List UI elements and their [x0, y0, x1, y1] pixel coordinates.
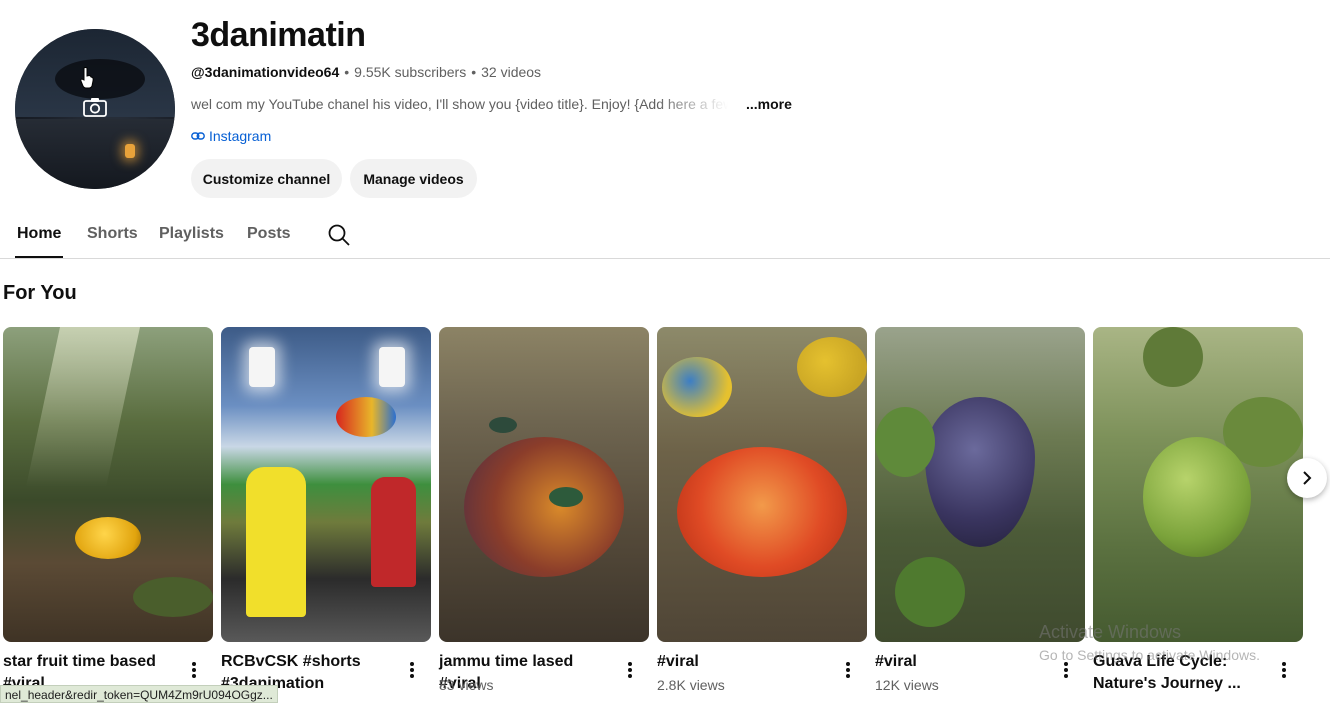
channel-title: 3danimatin [191, 16, 366, 54]
short-title[interactable]: #viral [657, 651, 837, 673]
short-card[interactable]: #viral 12K views [875, 327, 1085, 693]
short-thumbnail[interactable] [3, 327, 213, 642]
more-options-icon[interactable] [1276, 660, 1292, 680]
instagram-link[interactable]: Instagram [191, 128, 271, 144]
tab-home[interactable]: Home [17, 225, 61, 243]
fruit-shape [464, 437, 624, 577]
short-card[interactable]: #viral 2.8K views [657, 327, 867, 693]
stadium-light-shape [379, 347, 405, 387]
short-title[interactable]: #viral [875, 651, 1055, 673]
short-thumbnail[interactable] [875, 327, 1085, 642]
chevron-right-icon [1303, 471, 1312, 485]
avatar-lantern [125, 144, 135, 158]
short-card[interactable]: jammu time lased #viral 83 views [439, 327, 649, 693]
sunrays-shape [25, 327, 141, 487]
leaf-shape [133, 577, 213, 617]
more-options-icon[interactable] [1058, 660, 1074, 680]
active-tab-indicator [15, 256, 63, 258]
stadium-light-shape [249, 347, 275, 387]
channel-meta: @3danimationvideo64 • 9.55K subscribers • 32… [191, 64, 541, 80]
short-thumbnail[interactable] [1093, 327, 1303, 642]
subscriber-count: 9.55K subscribers [354, 64, 467, 80]
short-card[interactable]: Guava Life Cycle: Nature's Journey ... [1093, 327, 1303, 692]
channel-avatar[interactable] [15, 29, 175, 189]
player-yellow-shape [246, 467, 306, 617]
video-count: 32 videos [481, 64, 542, 80]
status-bar-url: nel_header&redir_token=QUM4Zm9rU094OGgz.… [0, 685, 278, 703]
more-options-icon[interactable] [622, 660, 638, 680]
separator-dot: • [344, 64, 350, 80]
windows-watermark-subtitle: Go to Settings to activate Windows. [1039, 647, 1260, 663]
short-thumbnail[interactable] [657, 327, 867, 642]
short-thumbnail[interactable] [439, 327, 649, 642]
player-red-shape [371, 477, 416, 587]
short-card[interactable]: RCBvCSK #shorts #3danimation [221, 327, 431, 692]
tab-playlists[interactable]: Playlists [159, 225, 224, 243]
bird-shape [797, 337, 867, 397]
leaf-shape [895, 557, 965, 627]
channel-tabs: Home Shorts Playlists Posts [0, 214, 1330, 259]
search-icon[interactable] [327, 223, 351, 247]
camera-icon[interactable] [83, 97, 107, 117]
section-title: For You [3, 282, 77, 304]
tab-posts[interactable]: Posts [247, 225, 291, 243]
fly-shape [549, 487, 583, 507]
description-fade [656, 92, 736, 116]
more-link[interactable]: ...more [746, 96, 792, 112]
more-options-icon[interactable] [186, 660, 202, 680]
guava-shape [1143, 437, 1251, 557]
channel-description[interactable]: wel com my YouTube chanel his video, I'l… [191, 96, 736, 112]
leaf-shape [1143, 327, 1203, 387]
channel-handle: @3danimationvideo64 [191, 64, 340, 80]
link-icon [191, 132, 205, 140]
grapes-shape [925, 397, 1035, 547]
more-options-icon[interactable] [404, 660, 420, 680]
short-views: 12K views [875, 677, 939, 693]
manage-videos-button[interactable]: Manage videos [350, 159, 477, 198]
avatar-ground [15, 119, 175, 189]
starfruit-shape [75, 517, 141, 559]
short-views: 83 views [439, 677, 494, 693]
short-views: 2.8K views [657, 677, 725, 693]
bird-shape [662, 357, 732, 417]
tab-shorts[interactable]: Shorts [87, 225, 138, 243]
parrot-shape [336, 397, 396, 437]
short-thumbnail[interactable] [221, 327, 431, 642]
tomato-shape [677, 447, 847, 577]
avatar-tree [55, 59, 145, 99]
more-options-icon[interactable] [840, 660, 856, 680]
hand-cursor-icon [80, 67, 94, 89]
windows-watermark-title: Activate Windows [1039, 622, 1182, 642]
separator-dot: • [471, 64, 477, 80]
leaf-shape [875, 407, 935, 477]
fly-shape [489, 417, 517, 433]
customize-channel-button[interactable]: Customize channel [191, 159, 342, 198]
instagram-link-label: Instagram [209, 128, 272, 144]
carousel-next-button[interactable] [1287, 458, 1327, 498]
short-card[interactable]: star fruit time based #viral [3, 327, 213, 692]
